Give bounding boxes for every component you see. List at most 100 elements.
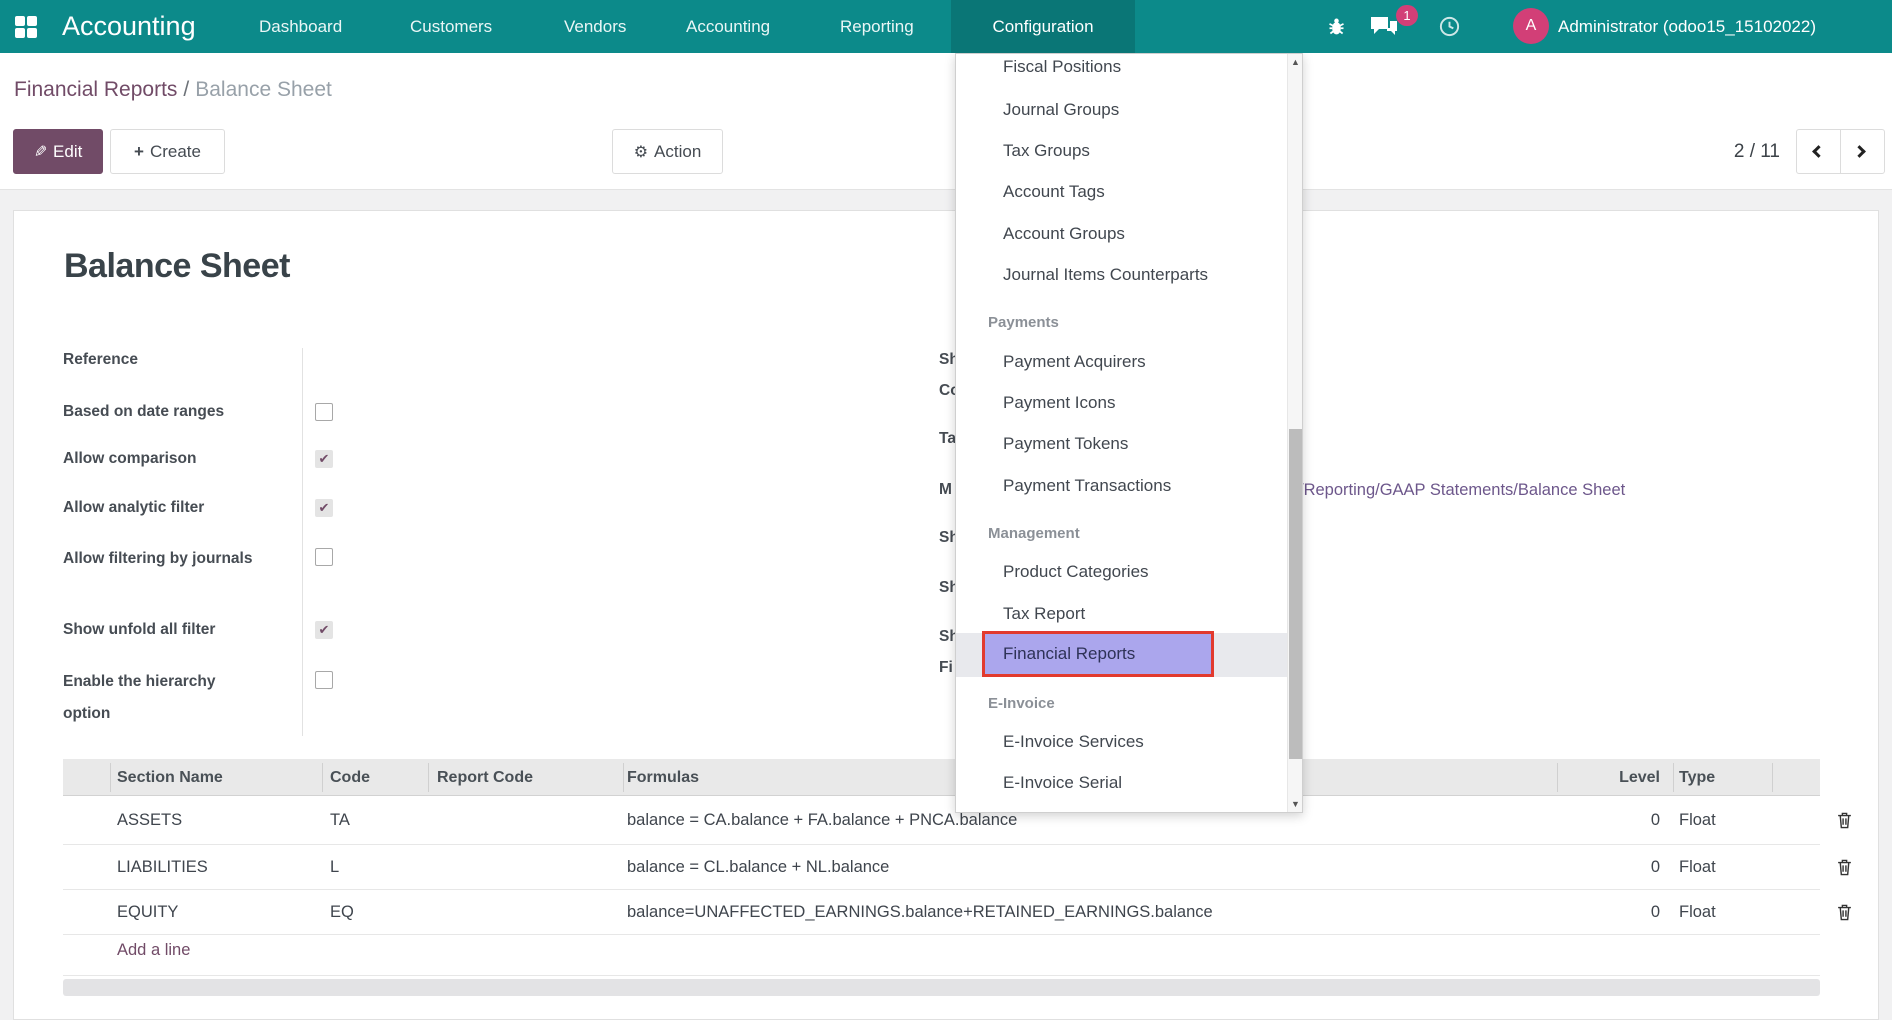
messages-icon[interactable] — [1370, 15, 1398, 39]
table-row-assets[interactable]: ASSETS TA balance = CA.balance + FA.bala… — [63, 796, 1820, 845]
pencil-icon: ✎ — [34, 131, 47, 174]
user-menu[interactable]: Administrator (odoo15_15102022) — [1558, 0, 1816, 53]
cell-level: 0 — [1560, 796, 1660, 845]
breadcrumb-separator: / — [183, 78, 189, 101]
field-label-allow-filtering-by-journals: Allow filtering by journals — [63, 543, 253, 575]
odoo-accounting-screen: Accounting Dashboard Customers Vendors A… — [0, 0, 1892, 1020]
checkbox-allow-analytic-filter[interactable]: ✔ — [315, 499, 333, 517]
cell-formulas: balance=UNAFFECTED_EARNINGS.balance+RETA… — [627, 890, 1213, 935]
clipped-label-4: M — [939, 476, 952, 504]
menu-item-fiscal-positions[interactable]: Fiscal Positions — [1003, 53, 1121, 81]
menu-item-tax-report[interactable]: Tax Report — [1003, 600, 1085, 628]
apps-grid-icon[interactable] — [15, 16, 37, 38]
bug-icon[interactable] — [1326, 16, 1347, 37]
checkbox-allow-filtering-by-journals[interactable] — [315, 548, 333, 566]
delete-row-icon[interactable] — [1836, 811, 1853, 830]
top-navbar: Accounting Dashboard Customers Vendors A… — [0, 0, 1892, 53]
menu-item-journal-items-counterparts[interactable]: Journal Items Counterparts — [1003, 261, 1208, 289]
field-label-show-unfold-all-filter: Show unfold all filter — [63, 614, 268, 646]
cell-section-name: LIABILITIES — [117, 845, 208, 890]
cell-type: Float — [1679, 796, 1716, 845]
menu-item-e-invoice-serial[interactable]: E-Invoice Serial — [1003, 769, 1122, 797]
gear-icon: ⚙ — [634, 144, 648, 161]
breadcrumb: Financial Reports/Balance Sheet — [14, 78, 332, 102]
menu-item-payment-acquirers[interactable]: Payment Acquirers — [1003, 348, 1146, 376]
plus-icon: + — [134, 142, 144, 161]
table-bottom-border — [63, 975, 1820, 976]
cell-level: 0 — [1560, 845, 1660, 890]
user-avatar[interactable]: A — [1513, 8, 1549, 44]
cell-code: EQ — [330, 890, 354, 935]
nav-item-configuration[interactable]: Configuration — [951, 0, 1135, 53]
menu-item-tax-groups[interactable]: Tax Groups — [1003, 137, 1090, 165]
checkbox-based-on-date-ranges[interactable] — [315, 403, 333, 421]
menu-item-path-link[interactable]: /Reporting/GAAP Statements/Balance Sheet — [1299, 476, 1625, 504]
nav-item-dashboard[interactable]: Dashboard — [259, 0, 342, 53]
column-header-formulas[interactable]: Formulas — [627, 759, 699, 796]
menu-item-account-tags[interactable]: Account Tags — [1003, 178, 1105, 206]
scroll-down-icon[interactable]: ▼ — [1288, 799, 1303, 809]
field-label-allow-comparison: Allow comparison — [63, 443, 268, 475]
table-horizontal-scrollbar[interactable] — [63, 979, 1820, 996]
checkbox-enable-hierarchy-option[interactable] — [315, 671, 333, 689]
cell-section-name: EQUITY — [117, 890, 178, 935]
menu-section-e-invoice: E-Invoice — [988, 690, 1055, 718]
app-brand[interactable]: Accounting — [62, 0, 196, 53]
dropdown-scrollbar-thumb[interactable] — [1289, 429, 1302, 759]
table-row-equity[interactable]: EQUITY EQ balance=UNAFFECTED_EARNINGS.ba… — [63, 890, 1820, 935]
menu-section-payments: Payments — [988, 309, 1059, 337]
form-column-separator — [302, 348, 303, 736]
delete-row-icon[interactable] — [1836, 903, 1853, 922]
menu-item-e-invoice-services[interactable]: E-Invoice Services — [1003, 728, 1144, 756]
create-button[interactable]: +Create — [110, 129, 225, 174]
configuration-dropdown-menu: Fiscal Positions Journal Groups Tax Grou… — [955, 53, 1303, 813]
column-header-report-code[interactable]: Report Code — [437, 759, 533, 796]
nav-item-customers[interactable]: Customers — [410, 0, 492, 53]
nav-item-vendors[interactable]: Vendors — [564, 0, 626, 53]
financial-reports-highlight-box[interactable]: Financial Reports — [982, 631, 1214, 677]
column-header-type[interactable]: Type — [1679, 759, 1715, 796]
menu-section-management: Management — [988, 520, 1080, 548]
clipped-label-3: Ta — [939, 425, 956, 453]
edit-button[interactable]: ✎Edit — [13, 129, 103, 174]
action-button[interactable]: ⚙Action — [612, 129, 723, 174]
menu-item-payment-transactions[interactable]: Payment Transactions — [1003, 472, 1171, 500]
cell-type: Float — [1679, 845, 1716, 890]
table-row-liabilities[interactable]: LIABILITIES L balance = CL.balance + NL.… — [63, 845, 1820, 890]
chevron-left-icon — [1812, 145, 1825, 158]
field-label-allow-analytic-filter: Allow analytic filter — [63, 492, 268, 524]
pager-previous-button[interactable] — [1796, 129, 1841, 174]
delete-row-icon[interactable] — [1836, 858, 1853, 877]
chevron-right-icon — [1853, 145, 1866, 158]
nav-item-accounting[interactable]: Accounting — [686, 0, 770, 53]
message-count-badge[interactable]: 1 — [1396, 5, 1418, 26]
field-label-enable-hierarchy-option: Enable the hierarchy option — [63, 666, 253, 730]
menu-item-payment-tokens[interactable]: Payment Tokens — [1003, 430, 1128, 458]
field-label-based-on-date-ranges: Based on date ranges — [63, 396, 268, 428]
dropdown-scrollbar[interactable]: ▲ ▼ — [1287, 54, 1302, 812]
column-header-section-name[interactable]: Section Name — [117, 759, 223, 796]
control-panel — [0, 53, 1892, 190]
pager-next-button[interactable] — [1840, 129, 1885, 174]
cell-section-name: ASSETS — [117, 796, 182, 845]
cell-level: 0 — [1560, 890, 1660, 935]
breadcrumb-parent[interactable]: Financial Reports — [14, 78, 177, 101]
column-header-code[interactable]: Code — [330, 759, 370, 796]
menu-item-payment-icons[interactable]: Payment Icons — [1003, 389, 1115, 417]
cell-type: Float — [1679, 890, 1716, 935]
pager-counter: 2 / 11 — [1690, 129, 1780, 174]
menu-item-financial-reports[interactable]: Financial Reports — [1003, 634, 1211, 674]
scroll-up-icon[interactable]: ▲ — [1288, 57, 1303, 67]
menu-item-product-categories[interactable]: Product Categories — [1003, 558, 1149, 586]
add-a-line-link[interactable]: Add a line — [117, 941, 190, 960]
column-header-level[interactable]: Level — [1560, 759, 1660, 796]
nav-item-reporting[interactable]: Reporting — [840, 0, 914, 53]
checkbox-show-unfold-all-filter[interactable]: ✔ — [315, 621, 333, 639]
menu-item-account-groups[interactable]: Account Groups — [1003, 220, 1125, 248]
cell-code: L — [330, 845, 339, 890]
checkbox-allow-comparison[interactable]: ✔ — [315, 450, 333, 468]
menu-item-journal-groups[interactable]: Journal Groups — [1003, 96, 1119, 124]
field-label-reference: Reference — [63, 344, 268, 376]
activity-clock-icon[interactable] — [1438, 15, 1461, 38]
cell-formulas: balance = CL.balance + NL.balance — [627, 845, 889, 890]
